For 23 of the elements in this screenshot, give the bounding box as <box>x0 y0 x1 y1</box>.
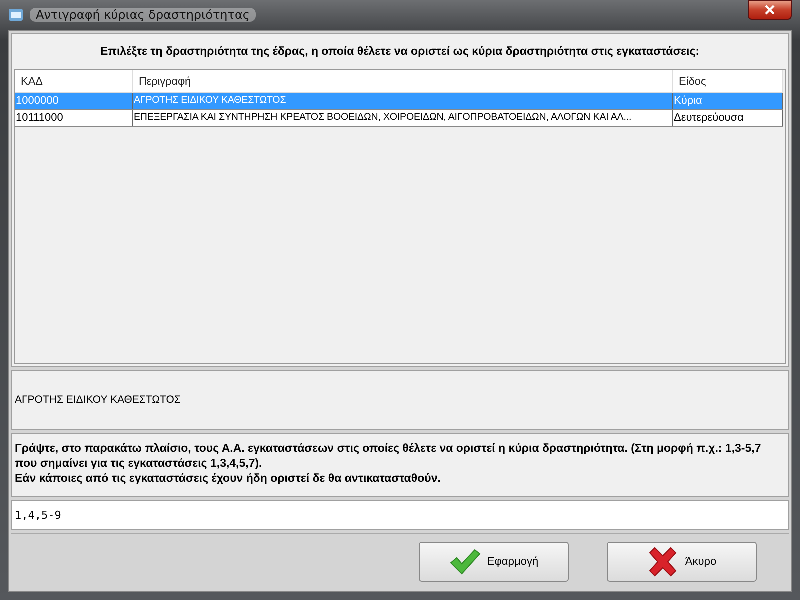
close-button[interactable] <box>748 0 792 20</box>
description-text: ΑΓΡΟΤΗΣ ΕΙΔΙΚΟΥ ΚΑΘΕΣΤΩΤΟΣ <box>15 394 181 406</box>
app-icon <box>8 7 24 23</box>
input-field[interactable]: 1,4,5-9 <box>11 500 789 530</box>
instruction-text: Επιλέξτε τη δραστηριότητα της έδρας, η οποία θέλετε να οριστεί ως κύρια δραστηριότητα στις εγκαταστάσεις: <box>99 45 701 60</box>
column-header[interactable]: ΚΑΔ <box>15 70 133 92</box>
table-cell: Κύρια <box>673 93 783 109</box>
close-icon <box>764 5 776 15</box>
column-header[interactable]: Είδος <box>673 70 783 92</box>
cancel-button[interactable]: Άκυρο <box>607 542 757 582</box>
table-cell: 1000000 <box>15 93 133 109</box>
instruction-text: Εάν κάποιες από τις εγκαταστάσεις έχουν ήδη οριστεί δε θα αντικατασταθούν. <box>15 472 442 487</box>
window-title: Αντιγραφή κύριας δραστηριότητας <box>30 8 256 22</box>
table-cell: ΑΓΡΟΤΗΣ ΕΙΔΙΚΟΥ ΚΑΘΕΣΤΩΤΟΣ <box>133 93 673 109</box>
check-icon <box>449 548 482 576</box>
cross-icon <box>647 546 680 576</box>
instruction-text: Γράψτε, στο παρακάτω πλαίσιο, τους Α.Α. εγκαταστάσεων στις οποίες θέλετε να οριστεί η κύρια δραστηριότητα. (Στη μορφή π.χ.: 1,3-5,7 που σημαίνει για τις εγκαταστάσεις 1,3,4,5,7). <box>15 442 762 472</box>
table-row[interactable]: 10111000 ΕΠΕΞΕΡΓΑΣΙΑ ΚΑΙ ΣΥΝΤΗΡΗΣΗ ΚΡΕΑΤΟΣ ΒΟΟΕΙΔΩΝ, ΧΟΙΡΟΕΙΔΩΝ, ΑΙΓΟΠΡΟΒΑΤΟΕΙΔΩΝ, ΑΛΟΓΩΝ ΚΑΙ ΑΛ... Δευτερεύουσα <box>15 110 783 127</box>
column-header[interactable]: Περιγραφή <box>133 70 673 92</box>
table-cell: ΕΠΕΞΕΡΓΑΣΙΑ ΚΑΙ ΣΥΝΤΗΡΗΣΗ ΚΡΕΑΤΟΣ ΒΟΟΕΙΔΩΝ, ΧΟΙΡΟΕΙΔΩΝ, ΑΙΓΟΠΡΟΒΑΤΟΕΙΔΩΝ, ΑΛΟΓΩΝ ΚΑΙ ΑΛ... <box>133 110 673 126</box>
apply-button[interactable]: Εφαρμογή <box>419 542 569 582</box>
table-cell: Δευτερεύουσα <box>673 110 783 126</box>
table-cell: 10111000 <box>15 110 133 126</box>
